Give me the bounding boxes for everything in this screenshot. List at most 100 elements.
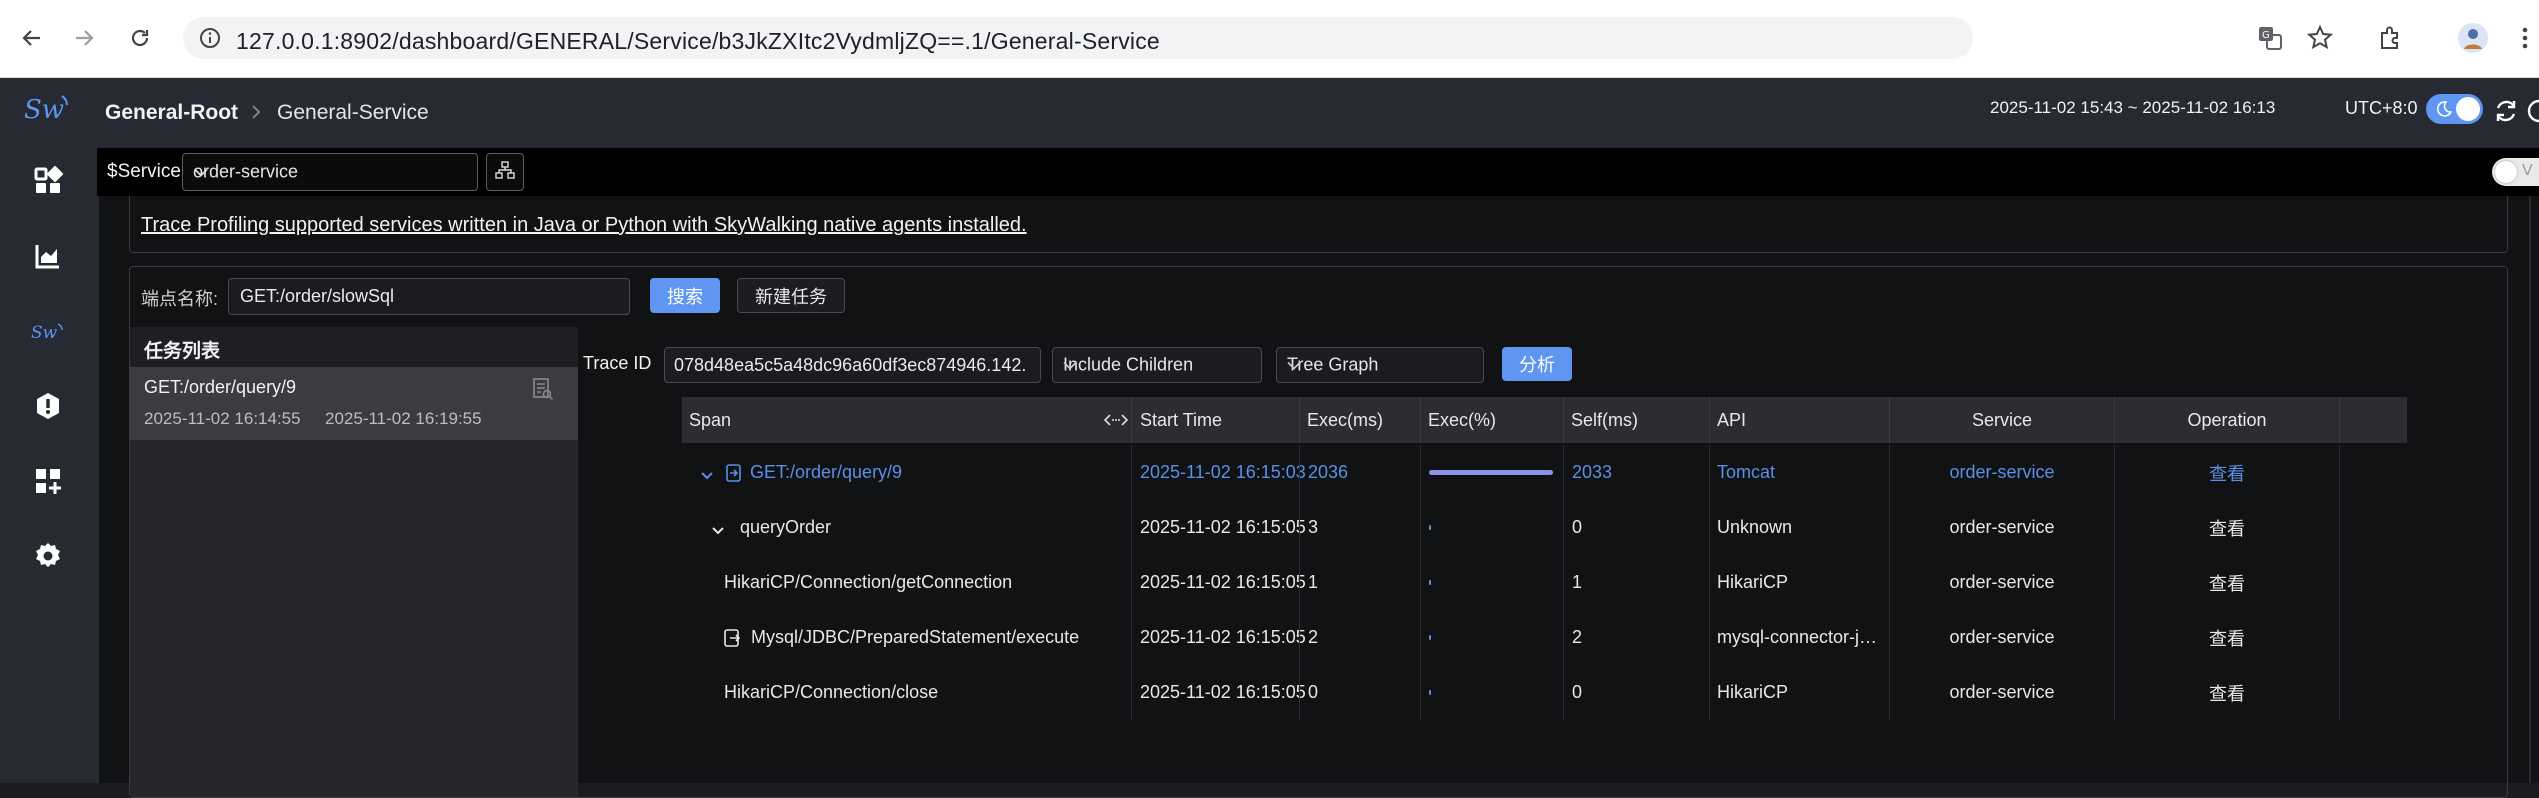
table-row[interactable]: Mysql/JDBC/PreparedStatement/execute 2025… [682, 610, 2407, 665]
time-range[interactable]: 2025-11-02 15:43 ~ 2025-11-02 16:13 [1990, 98, 2275, 118]
endpoint-input[interactable]: GET:/order/slowSql [228, 278, 630, 315]
analyze-button[interactable]: 分析 [1502, 347, 1572, 381]
theme-toggle[interactable] [2426, 94, 2483, 124]
expand-chevron-icon[interactable] [712, 523, 724, 541]
span-name[interactable]: HikariCP/Connection/getConnection [724, 555, 1012, 610]
refresh-icon[interactable] [2493, 98, 2519, 129]
timezone-label[interactable]: UTC+8:0 [2345, 98, 2418, 119]
header-self-ms: Self(ms) [1571, 409, 1638, 430]
divider [1709, 445, 1710, 500]
add-dashboard-icon[interactable] [30, 463, 66, 499]
skywalking-logo[interactable]: Sw [22, 92, 72, 129]
exec-percent-track [1429, 690, 1553, 695]
exec-ms: 2 [1308, 627, 1319, 647]
graph-type-select[interactable]: Tree Graph [1276, 347, 1484, 383]
table-row[interactable]: HikariCP/Connection/getConnection 2025-11… [682, 555, 2407, 610]
table-row[interactable]: HikariCP/Connection/close 2025-11-02 16:1… [682, 665, 2407, 720]
chevron-down-icon [1063, 355, 1249, 376]
divider [2339, 610, 2340, 665]
trace-id-input[interactable]: 078d48ea5c5a48dc96a60df3ec874946.142. [664, 347, 1041, 383]
divider [1420, 500, 1421, 555]
header-service: Service [1971, 409, 2033, 430]
self-ms: 0 [1572, 517, 1583, 537]
more-menu-icon[interactable] [2519, 24, 2531, 57]
divider [1299, 445, 1300, 500]
reload-icon[interactable] [126, 24, 154, 52]
span-name[interactable]: GET:/order/query/9 [750, 445, 902, 500]
start-time: 2025-11-02 16:15:05 [1140, 517, 1306, 537]
site-info-icon[interactable] [199, 27, 221, 54]
clock-icon[interactable] [2526, 98, 2539, 129]
view-operation-link[interactable]: 查看 [2115, 500, 2339, 555]
exec-ms: 3 [1308, 517, 1319, 537]
service-select[interactable]: order-service [182, 153, 478, 191]
forward-icon[interactable] [70, 24, 98, 52]
skywalking-icon[interactable]: Sw [30, 313, 66, 349]
divider [1420, 445, 1421, 500]
span-name[interactable]: queryOrder [740, 500, 831, 555]
breadcrumb-current[interactable]: General-Service [277, 101, 429, 125]
table-header: Span Start Time Exec(ms) Exec(%) Self(ms… [682, 397, 2407, 443]
start-time: 2025-11-02 16:15:05 [1140, 572, 1306, 592]
table-row[interactable]: queryOrder 2025-11-02 16:15:05 3 0 Unknown o… [682, 500, 2407, 555]
back-icon[interactable] [18, 24, 46, 52]
header-start-time: Start Time [1140, 409, 1223, 430]
table-row[interactable]: GET:/order/query/9 2025-11-02 16:15:03 203… [682, 445, 2407, 500]
divider [1563, 555, 1564, 610]
settings-gear-icon[interactable] [30, 538, 66, 574]
task-list-item[interactable]: GET:/order/query/9 2025-11-02 16:14:55 2… [130, 367, 578, 440]
divider [2339, 445, 2340, 500]
notice-text[interactable]: Trace Profiling supported services writt… [141, 214, 1027, 237]
task-list-title: 任务列表 [144, 341, 221, 362]
topology-button[interactable] [486, 153, 524, 191]
alarm-icon[interactable] [30, 388, 66, 424]
self-ms: 2 [1572, 627, 1583, 647]
divider [97, 196, 99, 783]
metrics-chart-icon[interactable] [30, 238, 66, 274]
toggle-knob [2495, 161, 2517, 183]
service-name: order-service [1949, 517, 2055, 537]
task-end-time: 2025-11-02 16:19:55 [325, 409, 482, 428]
include-children-select[interactable]: Include Children [1052, 347, 1262, 383]
trace-id-label: Trace ID [583, 353, 652, 373]
divider [1299, 665, 1300, 720]
service-label: $Service [107, 161, 181, 182]
divider [1420, 555, 1421, 610]
view-operation-link[interactable]: 查看 [2115, 555, 2339, 610]
view-operation-link[interactable]: 查看 [2115, 445, 2339, 500]
divider [1709, 610, 1710, 665]
breadcrumb-root[interactable]: General-Root [105, 101, 238, 125]
divider [1131, 555, 1132, 610]
task-name: GET:/order/query/9 [144, 377, 297, 397]
exec-percent-bar [1429, 635, 1431, 640]
exec-percent-track [1429, 470, 1553, 475]
span-name[interactable]: HikariCP/Connection/close [724, 665, 938, 720]
divider [1563, 445, 1564, 500]
translate-icon[interactable]: G [2256, 24, 2284, 57]
svg-text:Sw: Sw [24, 95, 64, 124]
expand-chevron-icon[interactable] [701, 468, 713, 486]
extensions-icon[interactable] [2376, 24, 2404, 57]
bookmark-star-icon[interactable] [2306, 24, 2334, 57]
span-name[interactable]: Mysql/JDBC/PreparedStatement/execute [751, 610, 1079, 665]
resize-horizontal-icon[interactable] [1103, 412, 1129, 433]
exec-ms: 2036 [1308, 462, 1349, 482]
search-button[interactable]: 搜索 [650, 278, 720, 313]
view-operation-link[interactable]: 查看 [2115, 665, 2339, 720]
divider [1709, 397, 1710, 443]
view-toggle[interactable]: V [2492, 158, 2539, 186]
start-time: 2025-11-02 16:15:03 [1140, 462, 1306, 482]
divider [1563, 665, 1564, 720]
address-bar[interactable]: 127.0.0.1:8902/dashboard/GENERAL/Service… [183, 17, 1973, 59]
divider [1709, 665, 1710, 720]
new-task-button[interactable]: 新建任务 [737, 278, 845, 313]
toggle-letter: V [2522, 162, 2533, 179]
breadcrumb-separator-icon [250, 102, 262, 127]
divider [1709, 555, 1710, 610]
view-operation-link[interactable]: 查看 [2115, 610, 2339, 665]
task-log-icon[interactable] [532, 377, 554, 406]
divider [1709, 500, 1710, 555]
profile-avatar[interactable] [2457, 22, 2489, 59]
divider [2339, 397, 2340, 443]
dashboard-icon[interactable] [30, 163, 66, 199]
